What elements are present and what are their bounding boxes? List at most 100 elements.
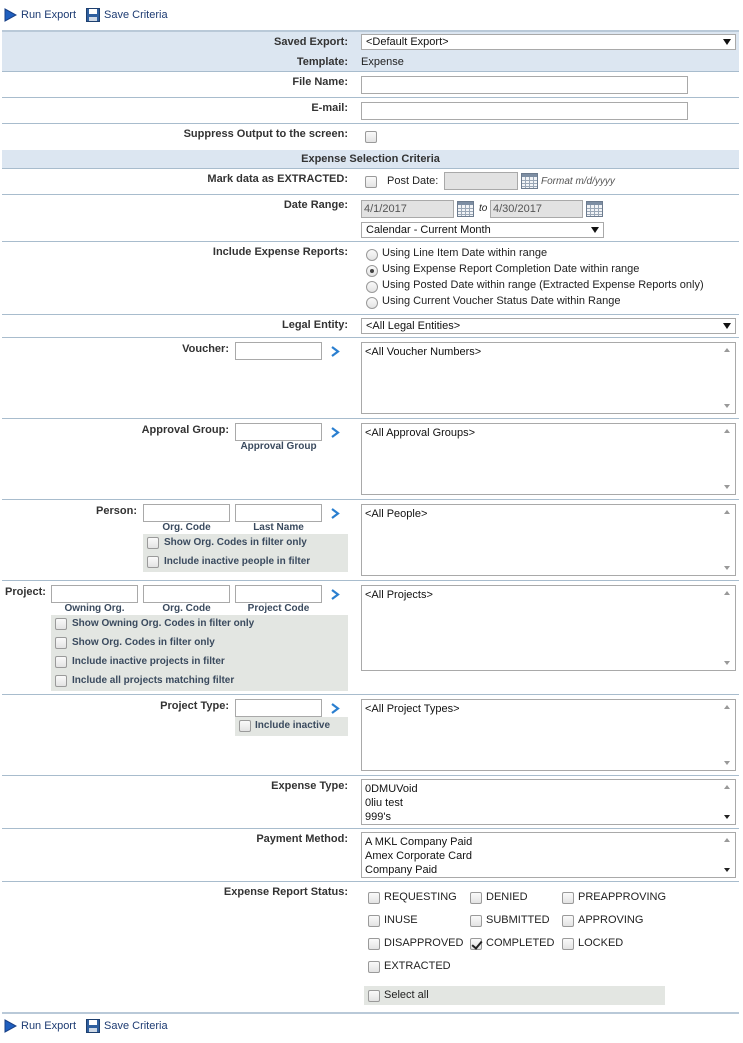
list-item[interactable]: 0DMUVoid [365,782,732,796]
include-all-projects-checkbox[interactable] [55,675,67,687]
status-denied-checkbox[interactable] [470,892,482,904]
chevron-right-icon[interactable] [331,703,340,714]
list-item[interactable]: A MKL Company Paid [365,835,732,849]
voucher-list[interactable]: <All Voucher Numbers> [361,342,736,414]
date-preset-select[interactable]: Calendar - Current Month [361,222,604,238]
run-export-button[interactable]: Run Export [4,1019,76,1033]
save-criteria-label: Save Criteria [104,1020,168,1032]
payment-method-list[interactable]: A MKL Company Paid Amex Corporate Card C… [361,832,736,878]
project-owning-org-input[interactable] [51,585,138,603]
scroll-up-icon[interactable] [724,838,730,842]
post-date-input[interactable] [444,172,518,190]
divider [2,828,739,829]
date-from-input[interactable]: 4/1/2017 [361,200,454,218]
scroll-down-icon[interactable] [724,761,730,765]
list-item[interactable]: 999's [365,810,732,824]
project-org-code-input[interactable] [143,585,230,603]
radio-posted-date[interactable] [366,281,378,293]
radio-completion-date[interactable] [366,265,378,277]
include-inactive-checkbox[interactable] [239,720,251,732]
project-type-list[interactable]: <All Project Types> [361,699,736,771]
save-criteria-label: Save Criteria [104,9,168,21]
calendar-icon[interactable] [586,201,603,217]
suppress-output-checkbox[interactable] [365,131,377,143]
divider [2,168,739,169]
template-value: Expense [361,56,404,68]
list-item[interactable]: <All Voucher Numbers> [365,345,732,359]
saved-export-label: Saved Export: [274,36,348,48]
project-code-input[interactable] [235,585,322,603]
calendar-icon[interactable] [521,173,538,189]
chevron-right-icon[interactable] [331,589,340,600]
include-inactive-people-checkbox[interactable] [147,556,159,568]
status-requesting-checkbox[interactable] [368,892,380,904]
date-preset-value: Calendar - Current Month [366,224,491,236]
date-to-input[interactable]: 4/30/2017 [490,200,583,218]
chevron-right-icon[interactable] [331,346,340,357]
approval-group-list[interactable]: <All Approval Groups> [361,423,736,495]
status-extracted-checkbox[interactable] [368,961,380,973]
scroll-down-icon[interactable] [724,815,730,819]
status-label: DISAPPROVED [384,937,464,949]
voucher-filter-input[interactable] [235,342,322,360]
scroll-down-icon[interactable] [724,868,730,872]
scroll-down-icon[interactable] [724,566,730,570]
status-submitted-checkbox[interactable] [470,915,482,927]
date-range-label: Date Range: [283,199,348,211]
show-owning-org-codes-checkbox[interactable] [55,618,67,630]
approval-group-filter-input[interactable] [235,423,322,441]
status-approving-checkbox[interactable] [562,915,574,927]
status-inuse-checkbox[interactable] [368,915,380,927]
list-item[interactable]: <All Approval Groups> [365,426,732,440]
list-item[interactable]: <All Projects> [365,588,732,602]
scroll-down-icon[interactable] [724,661,730,665]
radio-line-item-date[interactable] [366,249,378,261]
run-export-button[interactable]: Run Export [4,8,76,22]
chevron-right-icon[interactable] [331,508,340,519]
list-item[interactable]: <All People> [365,507,732,521]
chevron-right-icon[interactable] [331,427,340,438]
save-criteria-button[interactable]: Save Criteria [86,8,168,22]
project-type-filter-input[interactable] [235,699,322,717]
checkbox-label: Show Org. Codes in filter only [164,537,307,548]
list-item[interactable]: Amex Corporate Card [365,849,732,863]
status-preapproving-checkbox[interactable] [562,892,574,904]
run-export-label: Run Export [21,9,77,21]
person-org-code-input[interactable] [143,504,230,522]
status-label: INUSE [384,914,418,926]
person-list[interactable]: <All People> [361,504,736,576]
divider [2,241,739,242]
legal-entity-select[interactable]: <All Legal Entities> [361,318,736,334]
email-input[interactable] [361,102,688,120]
save-criteria-button[interactable]: Save Criteria [86,1019,168,1033]
scroll-up-icon[interactable] [724,705,730,709]
play-icon [4,8,17,22]
list-item[interactable]: <All Project Types> [365,702,732,716]
project-list[interactable]: <All Projects> [361,585,736,671]
radio-voucher-status-date[interactable] [366,297,378,309]
status-locked-checkbox[interactable] [562,938,574,950]
mark-extracted-checkbox[interactable] [365,176,377,188]
scroll-up-icon[interactable] [724,785,730,789]
person-last-name-input[interactable] [235,504,322,522]
expense-type-list[interactable]: 0DMUVoid 0liu test 999's [361,779,736,825]
list-item[interactable]: Company Paid [365,863,732,877]
scroll-down-icon[interactable] [724,485,730,489]
include-inactive-projects-checkbox[interactable] [55,656,67,668]
scroll-up-icon[interactable] [724,591,730,595]
scroll-down-icon[interactable] [724,404,730,408]
saved-export-select[interactable]: <Default Export> [361,34,736,50]
show-org-codes-checkbox[interactable] [147,537,159,549]
scroll-up-icon[interactable] [724,510,730,514]
file-name-input[interactable] [361,76,688,94]
select-all-checkbox[interactable] [368,990,380,1002]
radio-label: Using Line Item Date within range [382,247,548,259]
scroll-up-icon[interactable] [724,348,730,352]
show-org-codes-checkbox[interactable] [55,637,67,649]
scroll-up-icon[interactable] [724,429,730,433]
list-item[interactable]: 0liu test [365,796,732,810]
calendar-icon[interactable] [457,201,474,217]
status-completed-checkbox[interactable] [470,938,482,950]
status-disapproved-checkbox[interactable] [368,938,380,950]
file-name-label: File Name: [292,76,348,88]
